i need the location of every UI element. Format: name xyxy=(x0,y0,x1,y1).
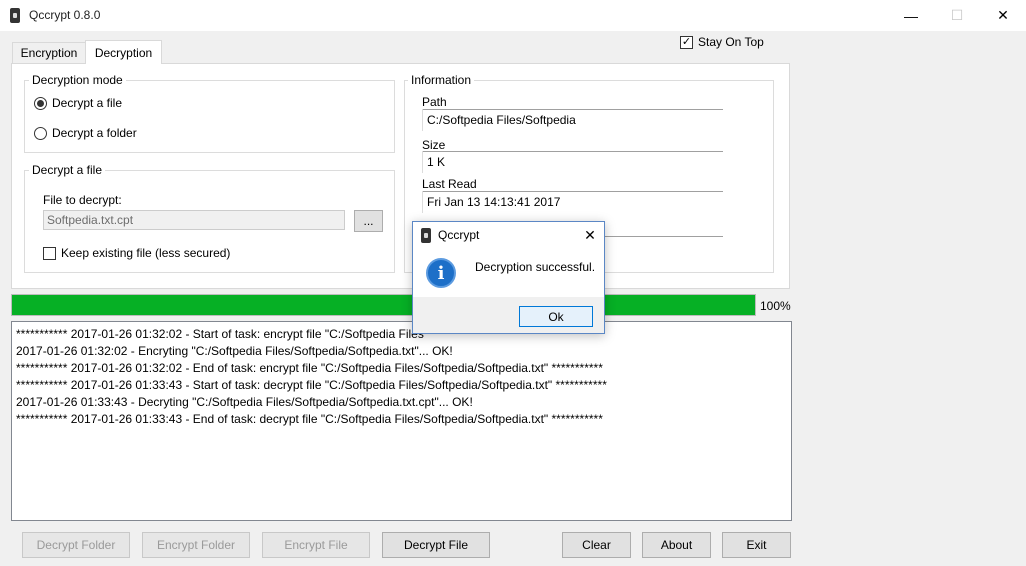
tab-encryption-label: Encryption xyxy=(20,46,78,60)
radio-selected-icon[interactable] xyxy=(34,96,47,110)
dialog-app-icon xyxy=(421,228,431,243)
size-label: Size xyxy=(422,138,446,152)
clear-button[interactable]: Clear xyxy=(562,532,631,558)
log-line: *********** 2017-01-26 01:33:43 - End of… xyxy=(16,412,603,426)
size-value: 1 K xyxy=(422,151,449,173)
last-read-value: Fri Jan 13 14:13:41 2017 xyxy=(422,191,564,213)
encrypt-file-button[interactable]: Encrypt File xyxy=(262,532,370,558)
log-line: *********** 2017-01-26 01:32:02 - End of… xyxy=(16,361,603,375)
encrypt-folder-button[interactable]: Encrypt Folder xyxy=(142,532,250,558)
keep-existing-checkbox[interactable]: Keep existing file (less secured) xyxy=(43,246,230,260)
app-lock-icon xyxy=(10,8,20,23)
dialog-title: Qccrypt xyxy=(438,228,480,242)
log-line: *********** 2017-01-26 01:32:02 - Start … xyxy=(16,327,424,341)
radio-unselected-icon[interactable] xyxy=(34,126,47,140)
exit-button[interactable]: Exit xyxy=(722,532,791,558)
keep-existing-label: Keep existing file (less secured) xyxy=(61,246,231,260)
log-line: 2017-01-26 01:32:02 - Encryting "C:/Soft… xyxy=(16,344,453,358)
path-label: Path xyxy=(422,95,447,109)
stay-on-top-label: Stay On Top xyxy=(698,35,764,49)
message-dialog: Qccrypt ✕ i Decryption successful. Ok xyxy=(412,221,605,334)
tab-encryption[interactable]: Encryption xyxy=(12,42,86,63)
progress-fill xyxy=(12,295,755,315)
browse-button[interactable]: ... xyxy=(354,210,383,232)
minimize-button[interactable]: — xyxy=(888,0,934,31)
tab-decryption[interactable]: Decryption xyxy=(85,40,162,64)
maximize-button[interactable]: ☐ xyxy=(934,0,980,31)
dialog-footer: Ok xyxy=(413,297,604,333)
decryption-panel: Decryption mode Decrypt a file Decrypt a… xyxy=(11,63,790,289)
last-read-label: Last Read xyxy=(422,177,477,191)
task-log[interactable]: *********** 2017-01-26 01:32:02 - Start … xyxy=(11,321,792,521)
log-line: 2017-01-26 01:33:43 - Decryting "C:/Soft… xyxy=(16,395,473,409)
decrypt-file-radio-label: Decrypt a file xyxy=(52,96,123,110)
checkbox-unchecked-icon[interactable] xyxy=(43,246,56,260)
decrypt-folder-button[interactable]: Decrypt Folder xyxy=(22,532,130,558)
window-title: Qccrypt 0.8.0 xyxy=(29,8,101,22)
decrypt-file-radio[interactable]: Decrypt a file xyxy=(34,96,122,110)
information-legend: Information xyxy=(408,73,475,87)
decrypt-folder-radio-label: Decrypt a folder xyxy=(52,126,137,140)
title-bar: Qccrypt 0.8.0 — ☐ ✕ xyxy=(0,0,1026,31)
file-to-decrypt-input[interactable] xyxy=(43,210,345,230)
decryption-mode-group xyxy=(24,80,395,153)
decrypt-file-button[interactable]: Decrypt File xyxy=(382,532,490,558)
checkbox-checked-icon[interactable]: ✓ xyxy=(680,35,693,49)
progress-bar xyxy=(11,294,756,316)
path-value: C:/Softpedia Files/Softpedia xyxy=(422,109,580,131)
about-button[interactable]: About xyxy=(642,532,711,558)
close-button[interactable]: ✕ xyxy=(980,0,1026,31)
dialog-message: Decryption successful. xyxy=(475,260,596,274)
decrypt-file-legend: Decrypt a file xyxy=(29,163,106,177)
size-separator xyxy=(422,151,723,152)
decrypt-folder-radio[interactable]: Decrypt a folder xyxy=(34,126,137,140)
tab-decryption-label: Decryption xyxy=(94,45,153,60)
ok-button[interactable]: Ok xyxy=(519,306,593,327)
decryption-mode-legend: Decryption mode xyxy=(29,73,126,87)
log-line: *********** 2017-01-26 01:33:43 - Start … xyxy=(16,378,607,392)
stay-on-top-checkbox[interactable]: ✓ Stay On Top xyxy=(680,35,764,49)
dialog-close-button[interactable]: ✕ xyxy=(578,224,602,246)
progress-label: 100% xyxy=(760,299,791,313)
information-icon: i xyxy=(426,258,456,288)
file-to-decrypt-label: File to decrypt: xyxy=(43,193,122,207)
